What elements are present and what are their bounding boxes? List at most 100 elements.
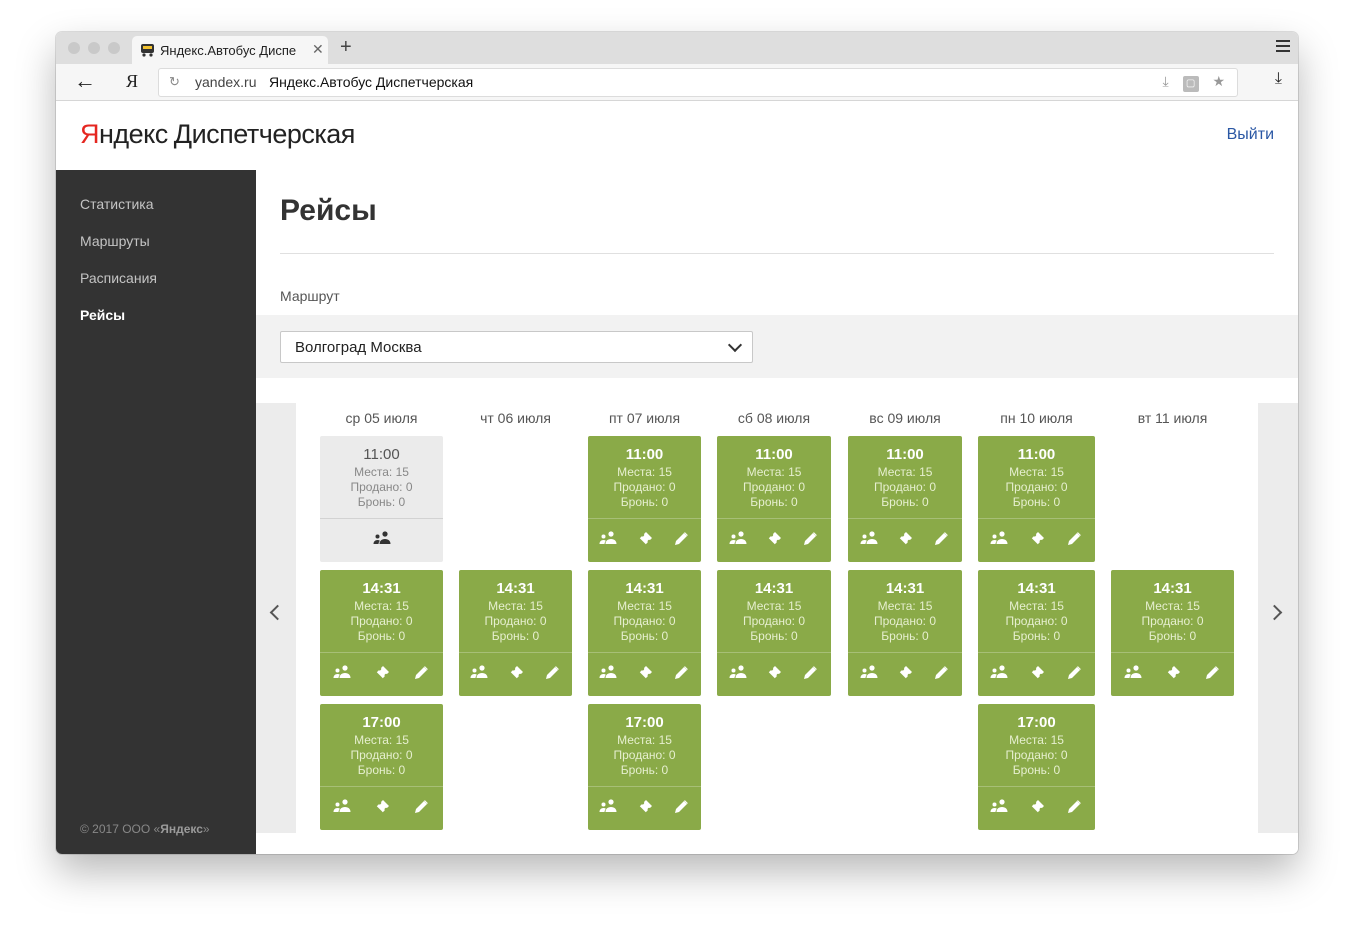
trip-card[interactable]: 11:00 Места: 15 Продано: 0 Бронь: 0 xyxy=(978,436,1095,562)
lock-icon[interactable]: ▢ xyxy=(1182,76,1199,92)
chevron-left-icon xyxy=(269,604,286,621)
ticket-icon[interactable] xyxy=(1029,665,1045,681)
ticket-icon[interactable] xyxy=(1165,665,1181,681)
trip-seats: Места: 15 xyxy=(877,599,933,613)
passengers-icon[interactable] xyxy=(990,799,1008,813)
minimize-window-button[interactable] xyxy=(88,42,100,54)
passengers-icon[interactable] xyxy=(729,665,747,679)
pencil-icon[interactable] xyxy=(802,665,818,681)
site-header: Яндекс Диспетчерская Выйти xyxy=(56,101,1298,171)
route-select[interactable]: Волгоград Москва xyxy=(280,331,753,363)
ticket-icon[interactable] xyxy=(1029,531,1045,547)
next-week-button[interactable] xyxy=(1258,403,1298,833)
passengers-icon[interactable] xyxy=(333,665,351,679)
trip-actions xyxy=(320,528,443,552)
passengers-icon[interactable] xyxy=(860,665,878,679)
pencil-icon[interactable] xyxy=(413,665,429,681)
ticket-icon[interactable] xyxy=(508,665,524,681)
passengers-icon[interactable] xyxy=(990,531,1008,545)
trip-card[interactable]: 17:00 Места: 15 Продано: 0 Бронь: 0 xyxy=(978,704,1095,830)
ticket-icon[interactable] xyxy=(374,799,390,815)
save-page-icon[interactable]: ⤓ xyxy=(1162,73,1168,89)
new-tab-button[interactable]: + xyxy=(340,36,352,59)
back-button[interactable]: ← xyxy=(74,68,96,94)
sidebar-item-statistics[interactable]: Статистика xyxy=(80,196,154,212)
trip-card[interactable]: 11:00 Места: 15 Продано: 0 Бронь: 0 xyxy=(848,436,962,562)
trip-seats: Места: 15 xyxy=(354,599,409,613)
maximize-window-button[interactable] xyxy=(108,42,120,54)
bookmark-star-icon[interactable]: ★ xyxy=(1212,73,1225,89)
ticket-icon[interactable] xyxy=(637,665,653,681)
trip-card[interactable]: 14:31 Места: 15 Продано: 0 Бронь: 0 xyxy=(717,570,831,696)
logout-link[interactable]: Выйти xyxy=(1227,126,1274,144)
trip-time: 14:31 xyxy=(625,580,664,597)
passengers-icon[interactable] xyxy=(599,531,617,545)
passengers-icon[interactable] xyxy=(599,799,617,813)
trip-card[interactable]: 17:00 Места: 15 Продано: 0 Бронь: 0 xyxy=(588,704,701,830)
downloads-icon[interactable]: ⤓ xyxy=(1275,70,1282,88)
pencil-icon[interactable] xyxy=(673,665,689,681)
passengers-icon[interactable] xyxy=(729,531,747,545)
prev-week-button[interactable] xyxy=(256,403,296,833)
ticket-icon[interactable] xyxy=(1029,799,1045,815)
passengers-icon[interactable] xyxy=(1124,665,1142,679)
trip-divider xyxy=(588,518,701,519)
trip-card[interactable]: 11:00 Места: 15 Продано: 0 Бронь: 0 xyxy=(588,436,701,562)
pencil-icon[interactable] xyxy=(1066,799,1082,815)
passengers-icon[interactable] xyxy=(599,665,617,679)
main-content: Рейсы Маршрут Волгоград Москва ср 05 июл… xyxy=(256,170,1298,854)
pencil-icon[interactable] xyxy=(413,799,429,815)
pencil-icon[interactable] xyxy=(1066,665,1082,681)
trip-card[interactable]: 11:00 Места: 15 Продано: 0 Бронь: 0 xyxy=(717,436,831,562)
trip-time: 14:31 xyxy=(1017,580,1056,597)
ticket-icon[interactable] xyxy=(897,531,913,547)
sidebar-item-routes[interactable]: Маршруты xyxy=(80,233,150,249)
ticket-icon[interactable] xyxy=(637,531,653,547)
pencil-icon[interactable] xyxy=(544,665,560,681)
browser-tab[interactable]: Яндекс.Автобус Диспе ✕ xyxy=(132,36,328,64)
address-bar[interactable]: ↻ yandex.ru Яндекс.Автобус Диспетчерская… xyxy=(158,68,1238,97)
trip-time: 11:00 xyxy=(755,446,793,463)
logo[interactable]: Яндекс Диспетчерская xyxy=(80,119,355,150)
trip-card[interactable]: 14:31 Места: 15 Продано: 0 Бронь: 0 xyxy=(588,570,701,696)
ticket-icon[interactable] xyxy=(766,665,782,681)
pencil-icon[interactable] xyxy=(1066,531,1082,547)
trip-card[interactable]: 14:31 Места: 15 Продано: 0 Бронь: 0 xyxy=(978,570,1095,696)
trip-sold: Продано: 0 xyxy=(742,614,806,628)
ticket-icon[interactable] xyxy=(766,531,782,547)
passengers-icon[interactable] xyxy=(373,531,391,545)
trip-time: 17:00 xyxy=(625,714,664,731)
pencil-icon[interactable] xyxy=(1204,665,1220,681)
sidebar-item-schedules[interactable]: Расписания xyxy=(80,270,157,286)
trip-booked: Бронь: 0 xyxy=(1012,495,1061,509)
pencil-icon[interactable] xyxy=(673,799,689,815)
trip-divider xyxy=(978,518,1095,519)
trip-actions xyxy=(978,662,1095,686)
pencil-icon[interactable] xyxy=(802,531,818,547)
ticket-icon[interactable] xyxy=(897,665,913,681)
reload-icon[interactable]: ↻ xyxy=(169,74,180,90)
passengers-icon[interactable] xyxy=(860,531,878,545)
trip-card[interactable]: 11:00 Места: 15 Продано: 0 Бронь: 0 xyxy=(320,436,443,562)
browser-menu-icon[interactable] xyxy=(1276,40,1290,55)
pencil-icon[interactable] xyxy=(673,531,689,547)
trip-seats: Места: 15 xyxy=(746,465,802,479)
trip-time: 11:00 xyxy=(625,446,664,463)
ticket-icon[interactable] xyxy=(637,799,653,815)
trip-card[interactable]: 14:31 Места: 15 Продано: 0 Бронь: 0 xyxy=(459,570,572,696)
sidebar-item-trips[interactable]: Рейсы xyxy=(80,307,125,323)
passengers-icon[interactable] xyxy=(333,799,351,813)
pencil-icon[interactable] xyxy=(933,665,949,681)
passengers-icon[interactable] xyxy=(990,665,1008,679)
passengers-icon[interactable] xyxy=(470,665,488,679)
trip-card[interactable]: 14:31 Места: 15 Продано: 0 Бронь: 0 xyxy=(320,570,443,696)
trip-card[interactable]: 14:31 Места: 15 Продано: 0 Бронь: 0 xyxy=(848,570,962,696)
pencil-icon[interactable] xyxy=(933,531,949,547)
yandex-button[interactable]: Я xyxy=(126,71,138,92)
trip-card[interactable]: 17:00 Места: 15 Продано: 0 Бронь: 0 xyxy=(320,704,443,830)
trip-seats: Места: 15 xyxy=(617,465,672,479)
ticket-icon[interactable] xyxy=(374,665,390,681)
tab-close-icon[interactable]: ✕ xyxy=(312,41,324,58)
trip-card[interactable]: 14:31 Места: 15 Продано: 0 Бронь: 0 xyxy=(1111,570,1234,696)
close-window-button[interactable] xyxy=(68,42,80,54)
